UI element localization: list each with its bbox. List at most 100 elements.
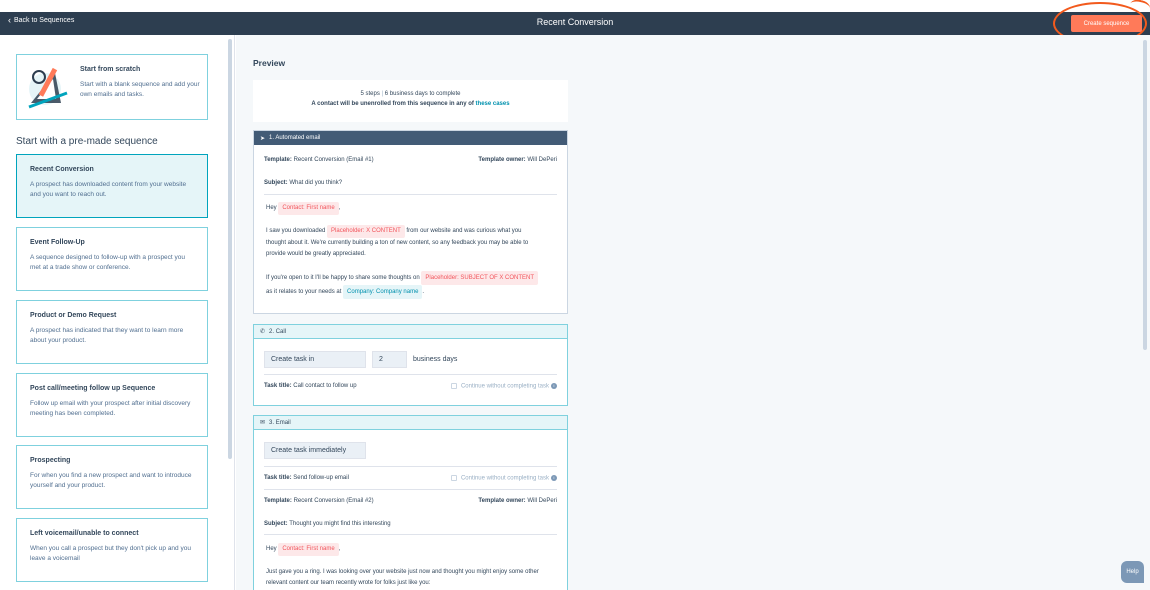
help-button[interactable]: Help — [1121, 561, 1144, 583]
phone-icon: ✆ — [260, 329, 266, 335]
template-card-product-demo-request[interactable]: Product or Demo Request A prospect has i… — [16, 300, 208, 364]
step-header: ✆ 2. Call — [254, 325, 567, 339]
paper-plane-icon: ➤ — [260, 135, 266, 142]
summary-days: 6 business days to complete — [384, 91, 461, 97]
template-card-title: Prospecting — [30, 457, 71, 464]
step-title: 3. Email — [269, 419, 291, 426]
top-strip — [0, 0, 1150, 12]
sequence-summary: 5 steps | 6 business days to complete A … — [253, 80, 568, 122]
start-from-scratch-card[interactable]: Start from scratch Start with a blank se… — [16, 54, 208, 120]
subject-line: Subject: Thought you might find this int… — [264, 521, 391, 527]
continue-without-completing[interactable]: Continue without completing task i — [450, 383, 557, 390]
email-paragraph-2: If you're open to it I'll be happy to sh… — [266, 271, 561, 299]
email-paragraph-1: I saw you downloaded Placeholder: X CONT… — [266, 225, 561, 260]
template-card-title: Product or Demo Request — [30, 312, 117, 319]
premade-section-heading: Start with a pre-made sequence — [16, 136, 158, 147]
divider — [264, 374, 557, 375]
subject-label: Subject: — [264, 180, 288, 186]
drafting-tools-illustration-icon — [28, 67, 68, 109]
scratch-description: Start with a blank sequence and add your… — [80, 81, 200, 98]
email-greeting: Hey Contact: First name, — [266, 543, 340, 556]
p1-text-a: I saw you downloaded — [266, 228, 326, 234]
owner-label: Template owner: — [478, 157, 526, 163]
unenroll-text: A contact will be unenrolled from this s… — [311, 101, 474, 107]
task-title: Task title: Call contact to follow up — [264, 383, 357, 389]
template-card-left-voicemail[interactable]: Left voicemail/unable to connect When yo… — [16, 518, 208, 582]
divider — [264, 194, 557, 195]
step-header: ✉ 3. Email — [254, 416, 567, 430]
template-sidebar: Start from scratch Start with a blank se… — [0, 35, 235, 590]
top-header: ‹ Back to Sequences Recent Conversion Cr… — [0, 12, 1150, 35]
template-card-event-follow-up[interactable]: Event Follow-Up A sequence designed to f… — [16, 227, 208, 291]
template-value: Recent Conversion (Email #1) — [293, 157, 374, 163]
company-name-token: Company: Company name — [343, 285, 423, 299]
greeting-word: Hey — [266, 546, 277, 552]
step-title: 1. Automated email — [269, 135, 321, 141]
template-card-post-call-follow-up[interactable]: Post call/meeting follow up Sequence Fol… — [16, 373, 208, 437]
template-owner-info: Template owner: Will DePeri — [478, 498, 557, 504]
template-info: Template: Recent Conversion (Email #2) — [264, 498, 374, 504]
subject-value: What did you think? — [289, 180, 343, 186]
template-card-prospecting[interactable]: Prospecting For when you find a new pros… — [16, 445, 208, 509]
scratch-title: Start from scratch — [80, 66, 141, 73]
step-call: ✆ 2. Call Create task in 2 business days… — [253, 324, 568, 406]
template-card-description: A prospect has downloaded content from y… — [30, 181, 187, 198]
template-card-description: A prospect has indicated that they want … — [30, 327, 184, 344]
p1-text-b: relevant content our team recently wrote… — [266, 580, 431, 586]
summary-steps: 5 steps — [360, 91, 380, 97]
p2-text-a: If you're open to it I'll be happy to sh… — [266, 275, 420, 281]
template-card-description: A sequence designed to follow-up with a … — [30, 254, 186, 271]
summary-steps-line: 5 steps | 6 business days to complete — [253, 91, 568, 97]
email-greeting: Hey Contact: First name, — [266, 202, 340, 215]
create-task-in-select[interactable]: Create task in — [264, 351, 366, 368]
p1-text-b: from our website and was curious what yo… — [406, 228, 522, 234]
task-title-value: Send follow-up email — [293, 475, 349, 481]
preview-scrollbar[interactable] — [1143, 40, 1147, 350]
envelope-icon: ✉ — [260, 420, 266, 426]
create-task-immediately-select[interactable]: Create task immediately — [264, 442, 366, 459]
task-title-label: Task title: — [264, 475, 292, 481]
p1-text-a: Just gave you a ring. I was looking over… — [266, 569, 539, 575]
first-name-token: Contact: First name — [278, 543, 339, 556]
template-value: Recent Conversion (Email #2) — [293, 498, 374, 504]
task-title-label: Task title: — [264, 383, 292, 389]
step-automated-email: ➤ 1. Automated email Template: Recent Co… — [253, 130, 568, 314]
continue-without-completing[interactable]: Continue without completing task i — [450, 475, 557, 482]
template-card-recent-conversion[interactable]: Recent Conversion A prospect has downloa… — [16, 154, 208, 218]
divider — [264, 534, 557, 535]
template-label: Template: — [264, 157, 292, 163]
subject-of-x-content-token: Placeholder: SUBJECT OF X CONTENT — [421, 271, 538, 285]
business-days-input[interactable]: 2 — [372, 351, 407, 368]
step-header: ➤ 1. Automated email — [254, 131, 567, 145]
x-content-token: Placeholder: X CONTENT — [327, 225, 405, 238]
template-info: Template: Recent Conversion (Email #1) — [264, 157, 374, 163]
comma: , — [338, 205, 341, 211]
template-label: Template: — [264, 498, 292, 504]
subject-value: Thought you might find this interesting — [289, 521, 391, 527]
continue-checkbox[interactable] — [450, 475, 457, 481]
template-card-title: Left voicemail/unable to connect — [30, 530, 139, 537]
sidebar-scrollbar[interactable] — [228, 39, 232, 459]
preview-heading: Preview — [253, 58, 286, 68]
info-icon[interactable]: i — [551, 383, 557, 389]
template-card-description: For when you find a new prospect and wan… — [30, 472, 192, 489]
continue-checkbox[interactable] — [450, 383, 457, 389]
step-title: 2. Call — [269, 328, 287, 335]
summary-separator: | — [381, 91, 384, 97]
info-icon[interactable]: i — [551, 475, 557, 481]
greeting-word: Hey — [266, 205, 277, 211]
step-email: ✉ 3. Email Create task immediately Task … — [253, 415, 568, 590]
period: . — [422, 289, 425, 295]
these-cases-link[interactable]: these cases — [476, 101, 510, 107]
preview-pane: Preview 5 steps | 6 business days to com… — [236, 35, 1150, 590]
owner-label: Template owner: — [478, 498, 526, 504]
summary-unenroll-line: A contact will be unenrolled from this s… — [253, 101, 568, 107]
subject-label: Subject: — [264, 521, 288, 527]
p1-text-c: thought about it. We're currently buildi… — [266, 240, 529, 246]
continue-label: Continue without completing task — [460, 475, 549, 482]
divider — [264, 489, 557, 490]
continue-label: Continue without completing task — [460, 383, 549, 390]
template-card-description: When you call a prospect but they don't … — [30, 545, 191, 562]
template-card-description: Follow up email with your prospect after… — [30, 400, 191, 417]
comma: , — [338, 546, 341, 552]
